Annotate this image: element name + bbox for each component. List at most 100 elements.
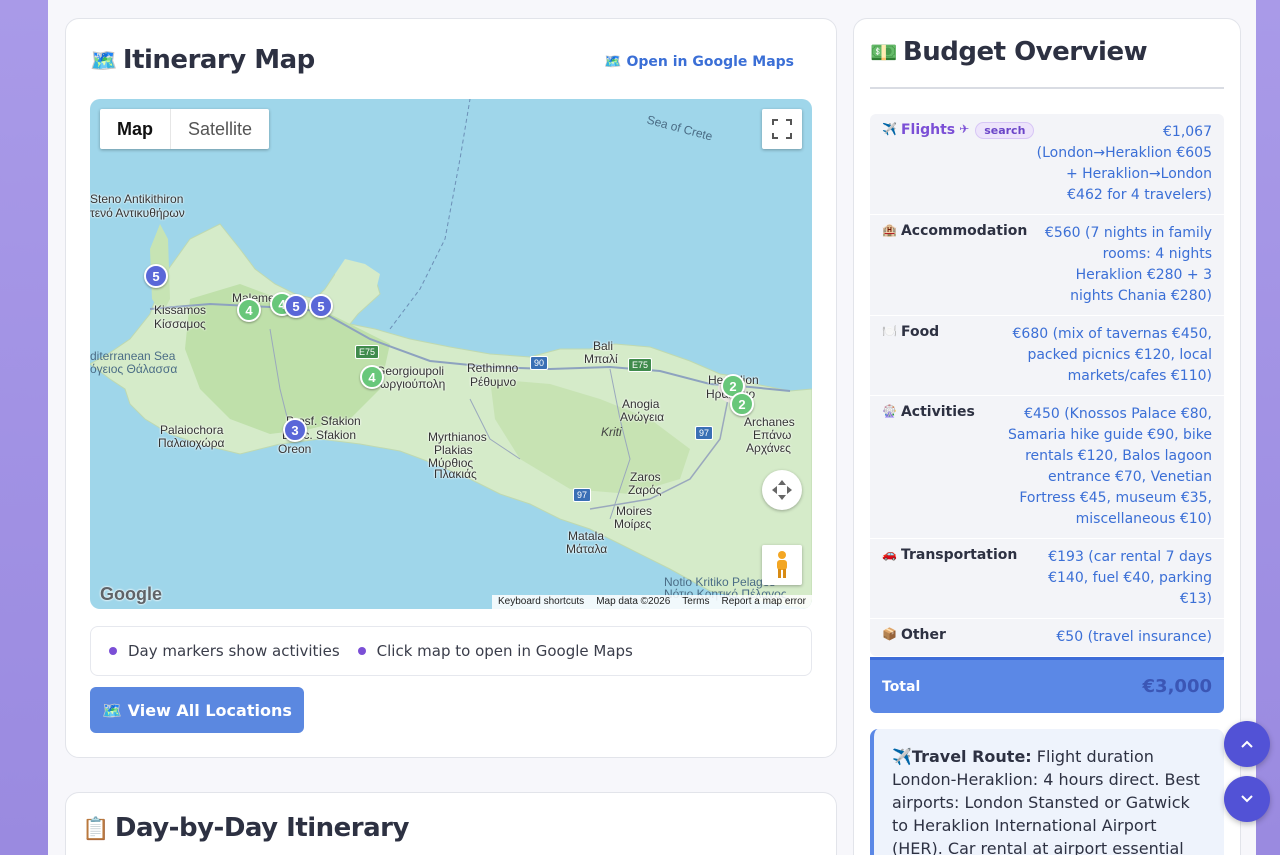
budget-value: €680 (mix of tavernas €450, packed picni… <box>1012 326 1213 384</box>
day-by-day-title: 📋 Day-by-Day Itinerary <box>82 813 409 843</box>
place-label: Archanes <box>744 415 795 429</box>
budget-row-transportation: 🚗 Transportation €193 (car rental 7 days… <box>870 539 1224 619</box>
budget-label: Transportation <box>900 547 1018 563</box>
road-shield: E75 <box>628 358 653 372</box>
plate-icon: 🍽️ <box>882 324 897 338</box>
budget-value: €1,067 (London→Heraklion €605 + Heraklio… <box>1036 124 1212 203</box>
place-label: Georgioupoli <box>376 364 445 378</box>
travel-route-box: ✈️Travel Route: Flight duration London-H… <box>870 729 1224 855</box>
place-label: όγειος Θάλασσα <box>90 362 178 376</box>
ferris-wheel-icon: 🎡 <box>882 404 897 418</box>
map-view[interactable]: Map Satellite Steno Antikithiron τενό Αν… <box>90 99 812 609</box>
place-label: Kissamos <box>154 303 207 317</box>
map-type-control: Map Satellite <box>100 109 270 149</box>
budget-value: €560 (7 nights in family rooms: 4 nights… <box>1044 225 1212 304</box>
place-label: Moires <box>616 504 653 518</box>
itinerary-map-title: 🗺️ Itinerary Map <box>90 45 315 75</box>
airplane-icon: ✈️ <box>882 122 897 136</box>
day-marker[interactable]: 5 <box>144 264 168 288</box>
total-value: €3,000 <box>1142 676 1212 697</box>
budget-label: Other <box>900 627 946 643</box>
budget-label: Activities <box>900 404 975 420</box>
place-label: Επάνω <box>753 428 792 442</box>
budget-label: Food <box>900 324 940 340</box>
move-arrows-icon <box>772 480 792 500</box>
place-label: Κίσσαμος <box>154 317 206 331</box>
road-shield: E75 <box>355 345 380 359</box>
road-shield: 97 <box>695 426 714 440</box>
map-legend: Day markers show activities Click map to… <box>90 626 812 676</box>
google-logo: Google <box>100 584 162 604</box>
scroll-up-button[interactable] <box>1224 721 1270 767</box>
budget-value: €450 (Knossos Palace €80, Samaria hike g… <box>1007 406 1212 527</box>
budget-label: Accommodation <box>900 223 1028 239</box>
place-label: Ζαρός <box>628 483 662 497</box>
place-label: Zaros <box>630 470 661 484</box>
map-terrain <box>90 99 812 609</box>
budget-row-other: 📦 Other €50 (travel insurance) <box>870 619 1224 656</box>
budget-list: ✈️ Flights ✈ search €1,067 (London→Herak… <box>870 114 1224 656</box>
divider <box>870 87 1224 89</box>
car-icon: 🚗 <box>882 547 897 561</box>
day-by-day-card: 📋 Day-by-Day Itinerary <box>65 792 837 855</box>
budget-row-flights: ✈️ Flights ✈ search €1,067 (London→Herak… <box>870 114 1224 215</box>
map-data-attribution: Map data ©2026 <box>596 596 671 607</box>
money-icon: 💵 <box>870 41 897 66</box>
day-marker[interactable]: 4 <box>360 365 384 389</box>
hotel-icon: 🏨 <box>882 223 897 237</box>
place-label: ωργιούπολη <box>380 377 446 391</box>
flights-search-button[interactable]: search <box>975 122 1035 139</box>
budget-value: €50 (travel insurance) <box>1056 629 1212 645</box>
day-marker[interactable]: 4 <box>237 298 261 322</box>
day-marker[interactable]: 5 <box>284 294 308 318</box>
legend-item: Click map to open in Google Maps <box>357 642 633 660</box>
map-type-satellite[interactable]: Satellite <box>171 109 269 149</box>
place-label: Plakias <box>434 443 473 457</box>
place-label: Rethimno <box>467 361 519 375</box>
terms-link[interactable]: Terms <box>676 595 715 609</box>
report-map-error-link[interactable]: Report a map error <box>716 595 812 609</box>
place-label: Παλαιοχώρα <box>158 436 225 450</box>
place-label: Steno Antikithiron <box>90 192 184 206</box>
place-label: Ανώγεια <box>620 410 665 424</box>
camera-control[interactable] <box>762 470 802 510</box>
street-view-pegman[interactable] <box>762 545 802 585</box>
budget-row-activities: 🎡 Activities €450 (Knossos Palace €80, S… <box>870 396 1224 539</box>
package-icon: 📦 <box>882 627 897 641</box>
place-label: τενό Αντικυθήρων <box>90 206 185 220</box>
place-label: diterranean Sea <box>90 349 176 363</box>
open-in-google-maps-link[interactable]: 🗺️ Open in Google Maps <box>604 54 794 70</box>
bullet-dot-icon <box>357 647 366 655</box>
map-type-map[interactable]: Map <box>100 109 171 149</box>
road-shield: 97 <box>573 488 592 502</box>
place-label: Oreon <box>278 442 312 456</box>
bullet-dot-icon <box>109 647 117 655</box>
fullscreen-button[interactable] <box>762 109 802 149</box>
total-label: Total <box>882 678 921 695</box>
pegman-icon <box>777 551 787 578</box>
day-marker[interactable]: 5 <box>309 294 333 318</box>
map-footer: Keyboard shortcuts Map data ©2026 Terms … <box>492 595 812 609</box>
road-shield: 90 <box>530 356 549 370</box>
view-all-locations-button[interactable]: 🗺️ View All Locations <box>90 687 304 733</box>
day-marker[interactable]: 3 <box>283 418 307 442</box>
itinerary-map-card: 🗺️Itinerary Map 🗺️ Open in Google Maps <box>65 18 837 758</box>
budget-label: Flights <box>900 122 956 138</box>
place-label: Matala <box>568 529 605 543</box>
budget-overview-card: 💵 Budget Overview ✈️ Flights ✈ search €1,… <box>853 18 1241 855</box>
place-label: Αρχάνες <box>746 441 791 455</box>
budget-row-food: 🍽️ Food €680 (mix of tavernas €450, pack… <box>870 316 1224 396</box>
keyboard-shortcuts-link[interactable]: Keyboard shortcuts <box>492 595 590 609</box>
plane-small-icon: ✈ <box>959 122 970 136</box>
place-label: Kriti <box>601 425 622 439</box>
budget-value: €193 (car rental 7 days €140, fuel €40, … <box>1048 549 1212 607</box>
chevron-up-icon <box>1241 740 1253 748</box>
scroll-down-button[interactable] <box>1224 776 1270 822</box>
day-marker[interactable]: 2 <box>730 392 754 416</box>
fullscreen-icon <box>772 119 792 139</box>
place-label: Μάταλα <box>566 542 608 556</box>
place-label: Πλακιάς <box>434 467 477 481</box>
place-label: Palaiochora <box>160 423 224 437</box>
budget-overview-title: 💵 Budget Overview <box>870 37 1148 67</box>
place-label: Μπαλί <box>584 352 618 366</box>
